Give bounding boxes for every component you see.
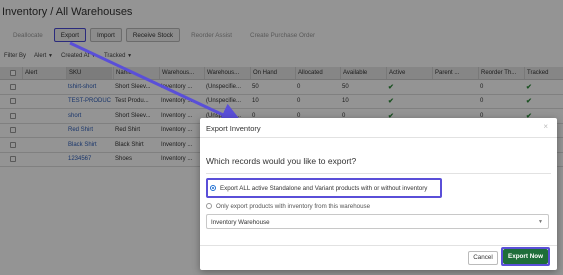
dialog-footer bbox=[200, 245, 557, 246]
cancel-button[interactable]: Cancel bbox=[468, 251, 498, 265]
option-export-warehouse-label: Only export products with inventory from… bbox=[216, 202, 371, 210]
option-export-all-label: Export ALL active Standalone and Variant… bbox=[220, 184, 428, 192]
export-now-button[interactable]: Export Now bbox=[503, 249, 548, 264]
warehouse-select-value: Inventory Warehouse bbox=[211, 219, 270, 226]
radio-export-all[interactable] bbox=[210, 185, 216, 191]
option-export-all[interactable]: Export ALL active Standalone and Variant… bbox=[206, 178, 442, 198]
chevron-down-icon: ▼ bbox=[538, 219, 543, 225]
close-icon[interactable]: × bbox=[543, 122, 548, 131]
dialog-title: Export Inventory bbox=[206, 124, 261, 133]
warehouse-select[interactable]: Inventory Warehouse ▼ bbox=[206, 214, 549, 229]
arrow-line bbox=[69, 41, 245, 126]
export-question: Which records would you like to export? bbox=[206, 156, 357, 166]
radio-export-warehouse[interactable] bbox=[206, 203, 212, 209]
divider bbox=[206, 173, 551, 174]
dialog-header: Export Inventory × bbox=[200, 118, 557, 138]
option-export-warehouse[interactable]: Only export products with inventory from… bbox=[206, 201, 370, 211]
export-inventory-dialog: Export Inventory × Which records would y… bbox=[200, 118, 557, 270]
